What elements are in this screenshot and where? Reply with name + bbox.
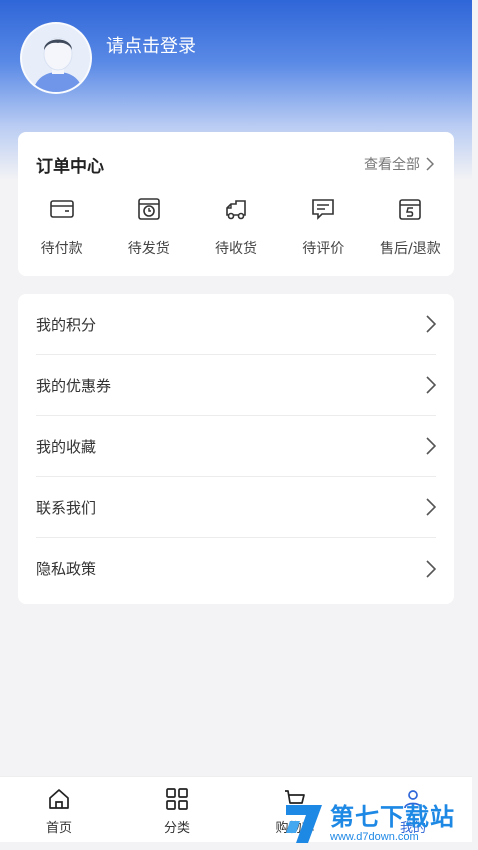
watermark-site-name: 第七下载站	[330, 803, 455, 831]
view-all-orders-link[interactable]: 查看全部	[364, 154, 434, 174]
chevron-right-icon	[426, 315, 436, 333]
menu-item-contact[interactable]: 联系我们	[36, 477, 436, 538]
order-item-label: 待收货	[215, 241, 257, 257]
order-item-label: 售后/退款	[380, 241, 441, 257]
watermark-url: www.d7down.com	[330, 831, 419, 843]
menu-item-label: 联系我们	[36, 498, 97, 517]
view-all-label: 查看全部	[364, 157, 420, 173]
order-center-card: 订单中心 查看全部 待付款 待发货 待收货 待评价 售后/退款	[18, 132, 454, 276]
menu-item-favorites[interactable]: 我的收藏	[36, 416, 436, 477]
menu-item-points[interactable]: 我的积分	[36, 294, 436, 355]
order-after-sales[interactable]: 售后/退款	[367, 196, 454, 258]
comment-icon	[312, 199, 335, 220]
menu-item-privacy[interactable]: 隐私政策	[36, 538, 436, 599]
watermark-logo-icon	[286, 805, 322, 843]
chevron-right-icon	[426, 498, 436, 516]
truck-icon	[226, 200, 246, 220]
order-pending-shipment[interactable]: 待发货	[105, 196, 192, 258]
order-pending-receipt[interactable]: 待收货	[192, 196, 279, 258]
tab-label: 分类	[163, 821, 190, 836]
wallet-icon	[49, 200, 74, 218]
box-clock-icon	[137, 198, 160, 220]
menu-card: 我的积分 我的优惠券 我的收藏 联系我们 隐私政策	[18, 294, 454, 604]
chevron-right-icon	[426, 437, 436, 455]
site-watermark: 第七下载站 www.d7down.com	[282, 796, 478, 850]
order-center-title: 订单中心	[36, 157, 104, 177]
order-pending-payment[interactable]: 待付款	[18, 196, 105, 258]
menu-item-coupons[interactable]: 我的优惠券	[36, 355, 436, 416]
tab-label: 首页	[45, 821, 72, 836]
home-icon	[49, 789, 69, 809]
chevron-right-icon	[426, 157, 434, 171]
tab-category[interactable]: 分类	[118, 777, 236, 842]
menu-item-label: 我的优惠券	[36, 376, 112, 395]
login-prompt[interactable]: 请点击登录	[106, 32, 196, 58]
grid-icon	[166, 788, 188, 810]
menu-item-label: 隐私政策	[36, 560, 97, 578]
menu-item-label: 我的收藏	[36, 437, 97, 456]
tab-home[interactable]: 首页	[0, 777, 118, 842]
chevron-right-icon	[426, 559, 436, 578]
menu-item-label: 我的积分	[36, 315, 97, 334]
avatar[interactable]	[20, 22, 92, 94]
order-item-label: 待发货	[127, 241, 170, 257]
order-pending-review[interactable]: 待评价	[280, 196, 367, 258]
order-item-label: 待付款	[40, 241, 83, 257]
refund-icon	[399, 199, 422, 220]
chevron-right-icon	[426, 376, 436, 394]
order-item-label: 待评价	[302, 241, 345, 257]
